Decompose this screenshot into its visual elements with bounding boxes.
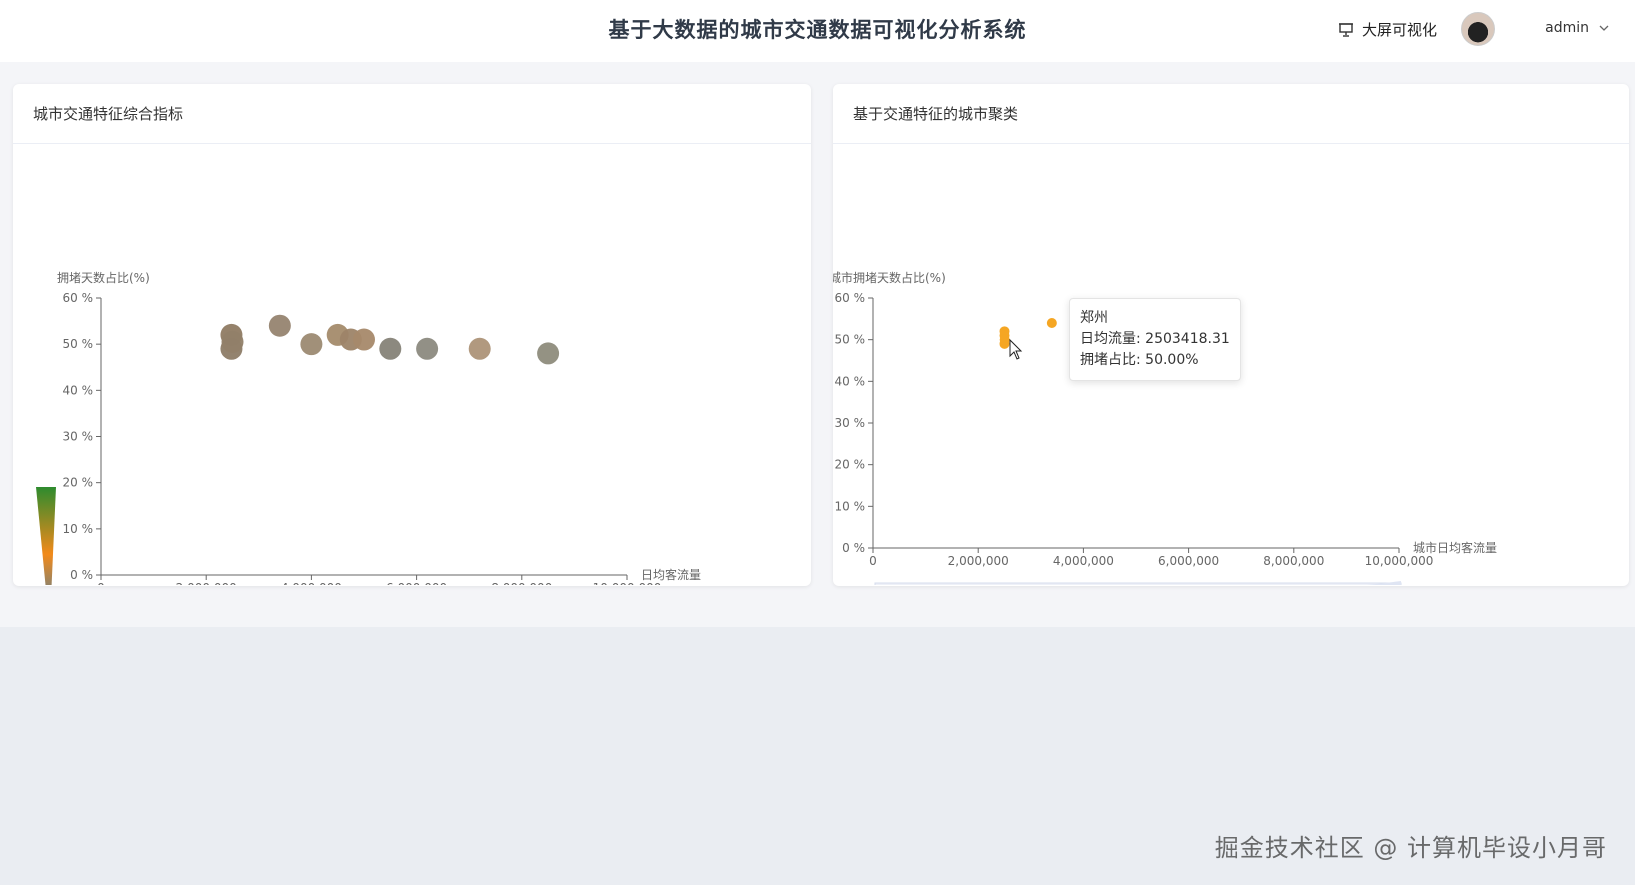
cluster-point — [999, 338, 1010, 349]
right-x-tick-label: 4,000,000 — [1053, 554, 1114, 568]
left-x-tick-label: 6,000,000 — [386, 581, 447, 585]
right-y-tick-label: 40 % — [835, 374, 866, 388]
city-cluster-card: 基于交通特征的城市聚类 0 2,000,000 4,000,000 6,000,000… — [833, 84, 1629, 586]
right-y-tick-label: 30 % — [835, 416, 866, 430]
cluster-point — [1046, 318, 1057, 328]
top-header: 基于大数据的城市交通数据可视化分析系统 大屏可视化 admin — [0, 0, 1635, 62]
right-y-tick-label: 50 % — [835, 333, 866, 347]
traffic-indicator-title: 城市交通特征综合指标 — [13, 84, 811, 144]
left-x-tick-label: 2,000,000 — [176, 581, 237, 585]
left-y-tick-label: 30 % — [63, 430, 94, 444]
right-x-tick-label: 2,000,000 — [948, 554, 1009, 568]
right-x-tick-label: 10,000,000 — [1365, 554, 1434, 568]
left-x-tick-label: 4,000,000 — [281, 581, 342, 585]
big-screen-label: 大屏可视化 — [1361, 21, 1437, 39]
user-avatar[interactable] — [1461, 12, 1495, 46]
chart-tooltip: 郑州 日均流量: 2503418.31 拥堵占比: 50.00% — [1069, 298, 1241, 381]
data-zoom-track — [874, 582, 1402, 585]
traffic-indicator-chart[interactable]: 02,000,0004,000,0006,000,0008,000,00010,… — [13, 145, 811, 585]
tooltip-congestion: 拥堵占比: 50.00% — [1080, 352, 1199, 368]
city-cluster-title: 基于交通特征的城市聚类 — [833, 84, 1629, 144]
left-y-tick-label: 10 % — [63, 522, 94, 536]
username: admin — [1545, 20, 1589, 36]
scatter-point — [300, 333, 323, 356]
big-screen-link[interactable]: 大屏可视化 — [1338, 19, 1437, 40]
traffic-indicator-card: 城市交通特征综合指标 0 2,000,000 4,000,000 6,000,000 8… — [13, 84, 811, 586]
left-y-tick-label: 60 % — [63, 291, 94, 305]
dashboard-main: 城市交通特征综合指标 0 2,000,000 4,000,000 6,000,000 8… — [0, 62, 1635, 627]
right-y-tick-label: 10 % — [835, 499, 866, 513]
tooltip-city: 郑州 — [1080, 310, 1108, 326]
left-y-tick-label: 0 % — [70, 568, 93, 582]
right-x-tick-label: 0 — [869, 554, 877, 568]
scatter-point — [537, 342, 560, 365]
scatter-point — [221, 330, 244, 353]
right-x-tick-label: 6,000,000 — [1158, 554, 1219, 568]
scatter-point — [353, 328, 375, 351]
right-y-tick-label: 0 % — [842, 541, 865, 555]
left-y-axis-title: 拥堵天数占比(%) — [57, 270, 150, 285]
visual-map-bar — [36, 487, 56, 585]
presentation-icon — [1338, 22, 1353, 37]
right-y-tick-label: 60 % — [835, 291, 866, 305]
right-x-axis-title: 城市日均客流量 — [1413, 540, 1497, 555]
left-x-tick-label: 8,000,000 — [491, 581, 552, 585]
right-y-axis-title: 城市拥堵天数占比(%) — [833, 270, 946, 285]
user-menu[interactable]: admin — [1545, 20, 1609, 36]
watermark: 掘金技术社区 @ 计算机毕设小月哥 — [1214, 834, 1607, 862]
cursor-arrow-icon — [1009, 338, 1023, 360]
chevron-down-icon — [1599, 25, 1609, 31]
left-x-tick-label: 0 — [97, 581, 105, 585]
scatter-point — [379, 337, 402, 360]
scatter-point — [416, 337, 439, 360]
right-x-tick-label: 8,000,000 — [1263, 554, 1324, 568]
left-y-tick-label: 40 % — [63, 383, 94, 397]
scatter-point — [268, 314, 291, 337]
tooltip-flow: 日均流量: 2503418.31 — [1080, 331, 1230, 347]
left-x-axis-title: 日均客流量 — [641, 567, 701, 582]
left-y-tick-label: 50 % — [63, 337, 94, 351]
right-y-tick-label: 20 % — [835, 458, 866, 472]
left-y-tick-label: 20 % — [63, 476, 94, 490]
scatter-point — [468, 337, 491, 360]
